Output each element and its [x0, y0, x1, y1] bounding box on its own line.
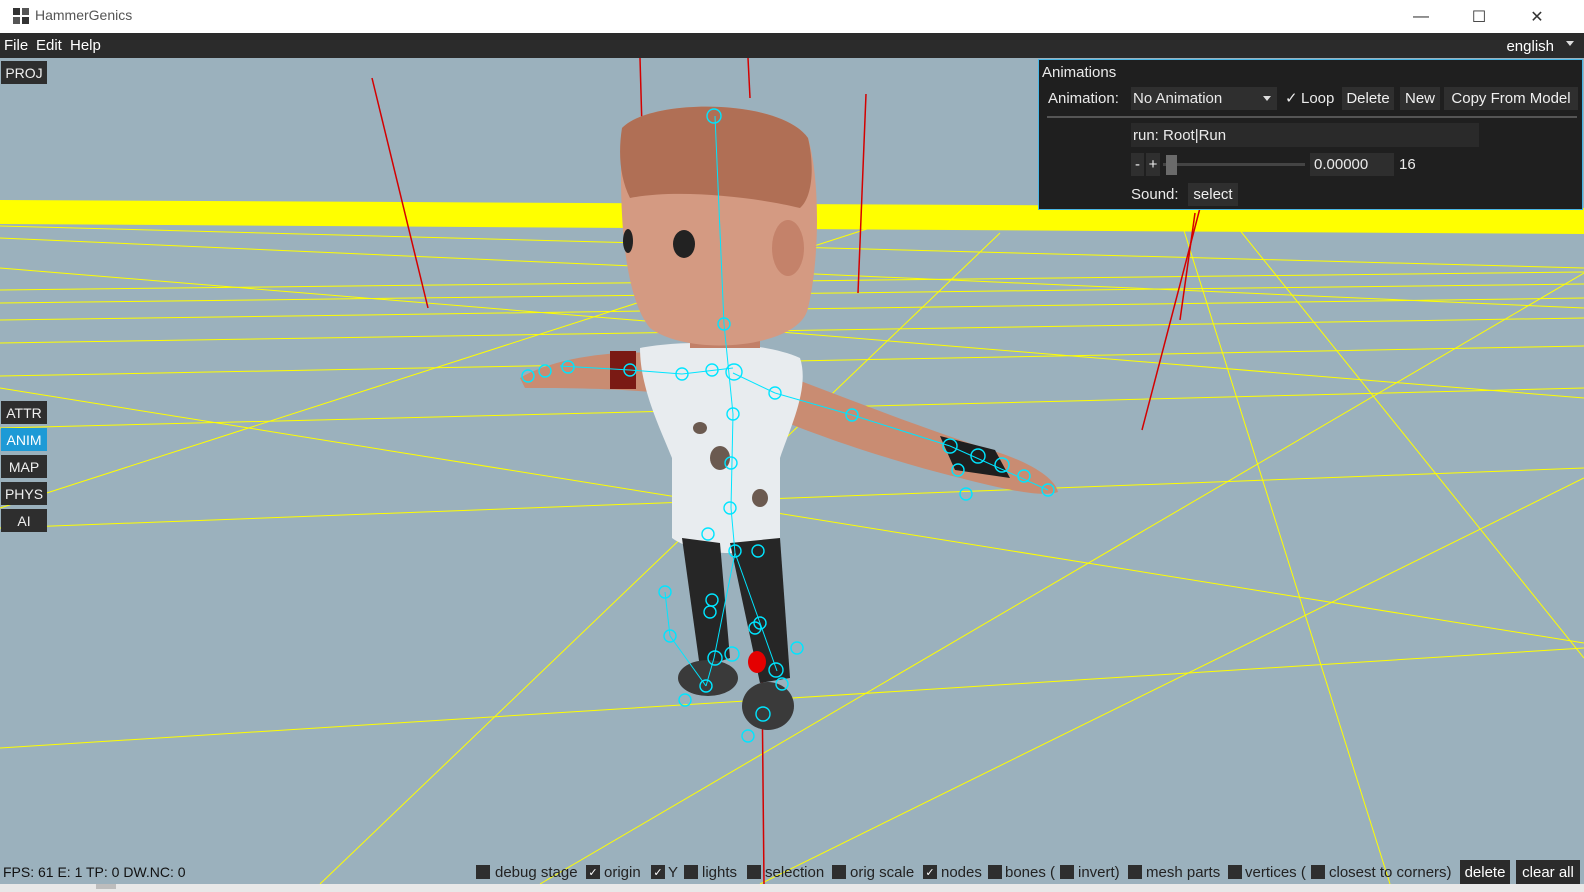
y-label[interactable]: Y: [668, 864, 678, 881]
origin-checkbox[interactable]: ✓: [586, 865, 600, 879]
chevron-down-icon: [1263, 96, 1271, 101]
menu-help[interactable]: Help: [70, 37, 101, 54]
nodes-label[interactable]: nodes: [941, 864, 982, 881]
character-model: [520, 106, 1058, 730]
bottom-scroll-strip[interactable]: [0, 884, 1584, 892]
mesh-parts-label[interactable]: mesh parts: [1146, 864, 1220, 881]
invert-checkbox[interactable]: [1060, 865, 1074, 879]
clip-name-field[interactable]: run: Root|Run: [1131, 123, 1479, 147]
divider: [1047, 116, 1577, 118]
orig-scale-label[interactable]: orig scale: [850, 864, 914, 881]
window-title: HammerGenics: [35, 7, 133, 23]
scrollbar-thumb[interactable]: [96, 884, 116, 889]
proj-button[interactable]: PROJ: [1, 61, 47, 84]
debug-stage-label[interactable]: debug stage: [495, 864, 578, 881]
sound-select-button[interactable]: select: [1188, 183, 1238, 206]
anim-button[interactable]: ANIM: [1, 428, 47, 451]
menu-file[interactable]: File: [4, 37, 28, 54]
check-icon: ✓: [925, 866, 935, 879]
time-slider-handle[interactable]: [1166, 155, 1177, 175]
vertices-label[interactable]: vertices (: [1245, 864, 1306, 881]
loop-label[interactable]: Loop: [1301, 90, 1334, 107]
animations-panel: Animations Animation: No Animation ✓ Loo…: [1038, 59, 1583, 210]
lights-label[interactable]: lights: [702, 864, 737, 881]
delete-button[interactable]: delete: [1460, 860, 1510, 884]
debug-stage-checkbox[interactable]: [476, 865, 490, 879]
increment-button[interactable]: +: [1146, 153, 1160, 176]
decrement-button[interactable]: -: [1131, 153, 1144, 176]
ai-button[interactable]: AI: [1, 509, 47, 532]
y-checkbox[interactable]: ✓: [651, 865, 665, 879]
bones-checkbox[interactable]: [988, 865, 1002, 879]
closest-to-corners-checkbox[interactable]: [1311, 865, 1325, 879]
origin-label[interactable]: origin: [604, 864, 641, 881]
menu-edit[interactable]: Edit: [36, 37, 62, 54]
loop-check-icon[interactable]: ✓: [1285, 89, 1298, 107]
check-icon: ✓: [588, 866, 598, 879]
check-icon: ✓: [653, 866, 663, 879]
copy-from-model-button[interactable]: Copy From Model: [1444, 87, 1578, 110]
attr-button[interactable]: ATTR: [1, 401, 47, 424]
clip-name-text: run: Root|Run: [1133, 127, 1227, 144]
animation-label: Animation:: [1048, 90, 1119, 107]
frame-count: 16: [1399, 156, 1416, 173]
phys-button[interactable]: PHYS: [1, 482, 47, 505]
chevron-down-icon[interactable]: [1566, 41, 1574, 46]
panel-title: Animations: [1042, 64, 1117, 81]
close-button[interactable]: ✕: [1514, 0, 1560, 33]
sound-label: Sound:: [1131, 186, 1179, 203]
new-animation-button[interactable]: New: [1400, 87, 1440, 110]
maximize-button[interactable]: ☐: [1456, 0, 1502, 33]
animation-select[interactable]: No Animation: [1131, 87, 1277, 110]
map-button[interactable]: MAP: [1, 455, 47, 478]
orig-scale-checkbox[interactable]: [832, 865, 846, 879]
close-icon: ✕: [1530, 8, 1544, 26]
time-value-text: 0.00000: [1314, 156, 1369, 173]
maximize-icon: ☐: [1471, 8, 1487, 26]
animation-select-value: No Animation: [1133, 90, 1223, 107]
vertices-checkbox[interactable]: [1228, 865, 1242, 879]
time-slider-track[interactable]: [1163, 163, 1305, 166]
selection-label[interactable]: selection: [765, 864, 824, 881]
delete-animation-button[interactable]: Delete: [1342, 87, 1394, 110]
language-select[interactable]: english: [1506, 38, 1554, 55]
mesh-parts-checkbox[interactable]: [1128, 865, 1142, 879]
bones-label[interactable]: bones (: [1005, 864, 1055, 881]
title-bar: HammerGenics — ☐ ✕: [0, 0, 1584, 33]
invert-label[interactable]: invert): [1078, 864, 1120, 881]
minimize-button[interactable]: —: [1398, 0, 1444, 33]
lights-checkbox[interactable]: [684, 865, 698, 879]
fps-readout: FPS: 61 E: 1 TP: 0 DW.NC: 0: [3, 864, 186, 880]
minimize-icon: —: [1413, 7, 1429, 25]
menu-bar: File Edit Help english: [0, 33, 1584, 58]
nodes-checkbox[interactable]: ✓: [923, 865, 937, 879]
closest-to-corners-label[interactable]: closest to corners): [1329, 864, 1452, 881]
selection-checkbox[interactable]: [747, 865, 761, 879]
time-value-field[interactable]: 0.00000: [1310, 153, 1394, 176]
clear-all-button[interactable]: clear all: [1516, 860, 1580, 884]
app-logo-icon: [13, 8, 29, 24]
